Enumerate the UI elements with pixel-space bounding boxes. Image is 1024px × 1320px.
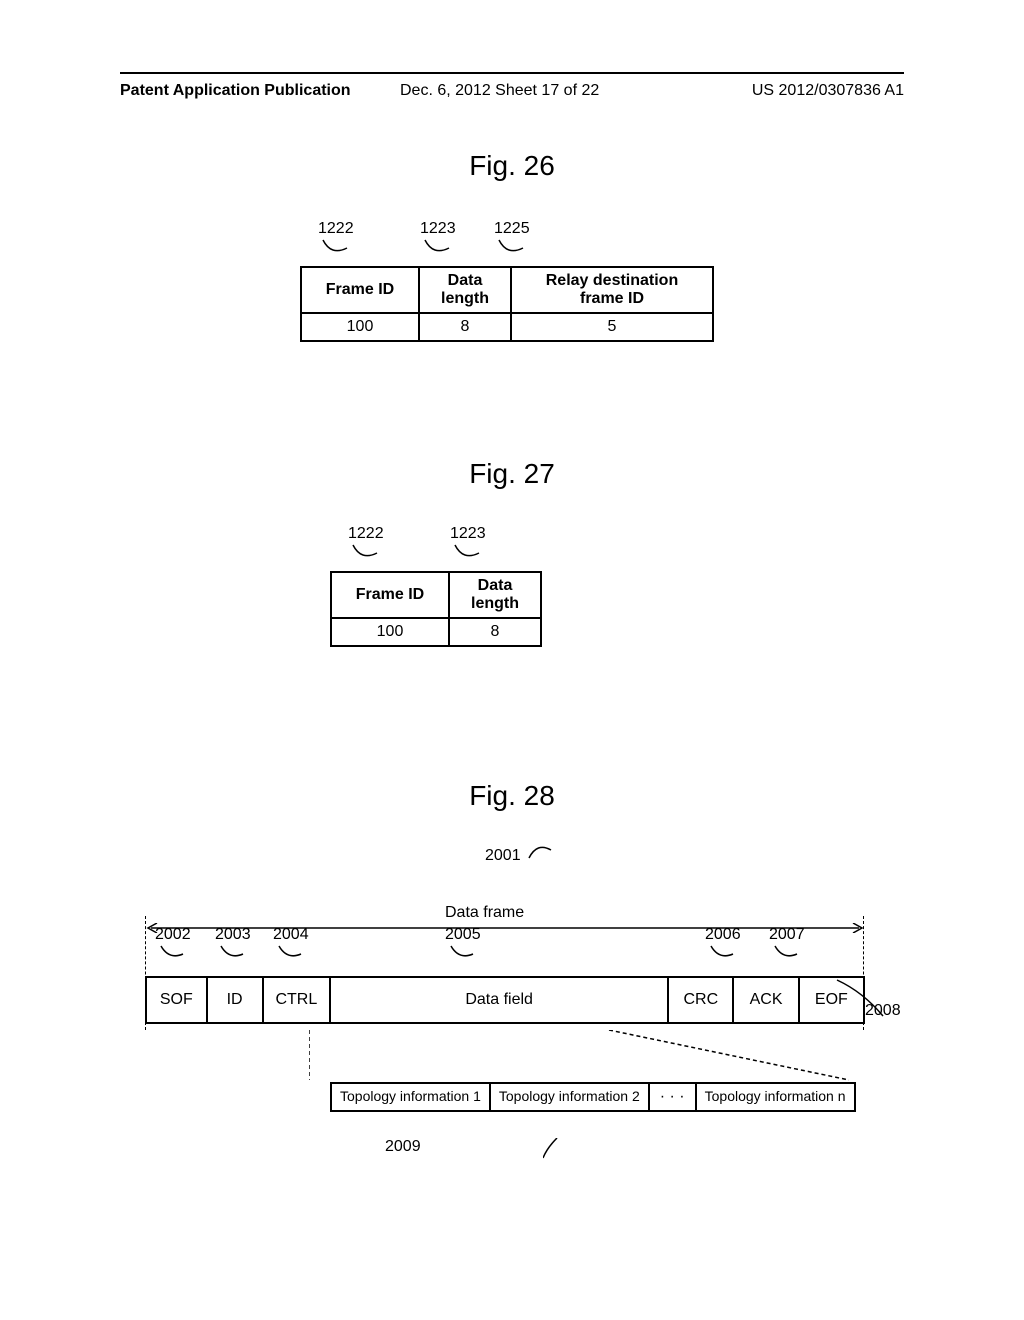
callout-2005: 2005 [445,926,481,962]
fig28-breakout: Topology information 1 Topology informat… [145,1030,865,1086]
topology-info-2: Topology information 2 [491,1082,650,1112]
field-ctrl: CTRL [263,977,331,1023]
page-header: Patent Application Publication Dec. 6, 2… [120,82,904,100]
callout-label: 2007 [769,926,805,943]
callout-label: 2001 [485,847,521,864]
field-data: Data field [330,977,668,1023]
fig27-th-frameid: Frame ID [331,572,449,618]
fig28-frame-table: SOF ID CTRL Data field CRC ACK EOF 2008 [145,976,865,1024]
field-ack: ACK [733,977,798,1023]
callout-label: 2008 [865,1002,901,1019]
fig28-title: Fig. 28 [0,780,1024,812]
topology-info-1: Topology information 1 [330,1082,491,1112]
callout-1225: 1225 [494,220,530,258]
header-center: Dec. 6, 2012 Sheet 17 of 22 [400,82,599,100]
fig26-th-relay: Relay destination frame ID [511,267,713,313]
topology-ellipsis: · · · [650,1082,695,1112]
fig28-span-row: Data frame [145,880,865,926]
callout-label: 2005 [445,926,481,943]
leader-arc-icon [423,238,453,258]
callout-label: 2009 [385,1138,421,1155]
page: Patent Application Publication Dec. 6, 2… [0,0,1024,1320]
fig27-td-frameid: 100 [331,618,449,646]
leader-arc-icon [773,944,801,962]
callout-label: 2003 [215,926,251,943]
callout-label: 1225 [494,220,530,237]
callout-2002: 2002 [155,926,191,962]
callout-label: 1222 [348,525,384,542]
breakout-lines-icon [309,1030,849,1086]
fig28-field-callouts: 2002 2003 2004 2005 2006 2007 [145,926,865,976]
callout-2009: 2009 [379,1138,415,1156]
leader-arc-icon [543,1138,1024,1194]
leader-arc-icon [497,238,527,258]
fig27-callouts: 1222 1223 [330,525,542,571]
field-sof: SOF [146,977,207,1023]
fig26-callouts: 1222 1223 1225 [300,220,714,266]
fig28: 2001 Data frame 2002 2003 2004 2005 2006 [145,840,865,1086]
header-left: Patent Application Publication [120,82,351,100]
fig27-table: Frame ID Data length 100 8 [330,571,542,647]
fig26-th-datalength: Data length [419,267,511,313]
fig26-td-relay: 5 [511,313,713,341]
leader-arc-icon [709,944,737,962]
callout-label: 1223 [450,525,486,542]
fig26: 1222 1223 1225 Frame ID Data length Rela… [300,220,714,342]
callout-2004: 2004 [273,926,309,962]
field-id: ID [207,977,263,1023]
callout-2008: 2008 [865,1002,901,1020]
field-crc: CRC [668,977,733,1023]
fig27-th-datalength: Data length [449,572,541,618]
topology-row: Topology information 1 Topology informat… [330,1082,856,1112]
callout-label: 2006 [705,926,741,943]
callout-2007: 2007 [769,926,805,962]
leader-arc-icon [453,543,483,563]
fig28-dataframe-callout-row: 2001 [145,840,865,880]
leader-arc-icon [159,944,187,962]
leader-arc-icon [449,944,477,962]
fig26-td-datalength: 8 [419,313,511,341]
leader-arc-icon [351,543,381,563]
leader-arc-icon [321,238,351,258]
callout-1222: 1222 [318,220,354,258]
callout-label: 1222 [318,220,354,237]
fig26-table: Frame ID Data length Relay destination f… [300,266,714,342]
callout-label: 1223 [420,220,456,237]
header-right: US 2012/0307836 A1 [752,82,904,100]
callout-2001: 2001 [485,840,555,865]
callout-label: 2004 [273,926,309,943]
leader-arc-icon [219,944,247,962]
leader-arc-icon [277,944,305,962]
header-rule [120,72,904,74]
fig26-title: Fig. 26 [0,150,1024,182]
callout-1223: 1223 [450,525,486,563]
fig26-td-frameid: 100 [301,313,419,341]
callout-2003: 2003 [215,926,251,962]
fig27-td-datalength: 8 [449,618,541,646]
fig27: 1222 1223 Frame ID Data length 100 8 [330,525,542,647]
callout-1222: 1222 [348,525,384,563]
topology-info-n: Topology information n [695,1082,856,1112]
callout-1223: 1223 [420,220,456,258]
callout-2006: 2006 [705,926,741,962]
callout-label: 2002 [155,926,191,943]
leader-arc-icon [525,840,555,860]
fig26-th-frameid: Frame ID [301,267,419,313]
fig27-title: Fig. 27 [0,458,1024,490]
